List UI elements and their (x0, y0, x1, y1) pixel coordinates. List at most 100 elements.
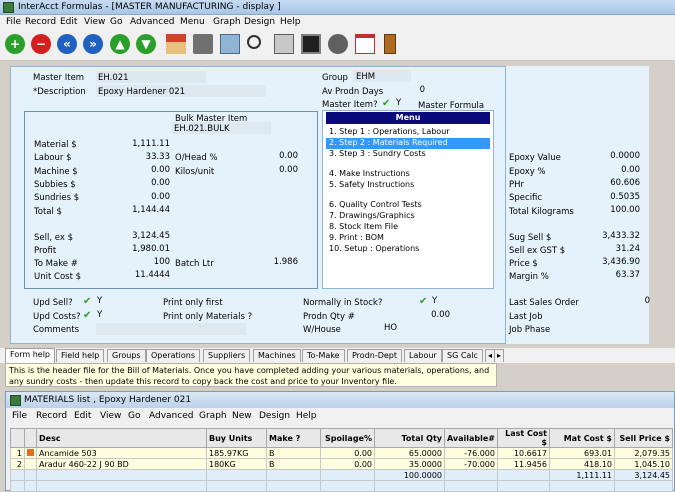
mat-menu-record[interactable]: Record (36, 411, 67, 421)
home-icon[interactable] (166, 34, 186, 54)
table-row[interactable]: 2 Aradur 460-22 J 90 BD 180KG B 0.00 35.… (10, 458, 673, 470)
tab-sg-calc[interactable]: SG Calc (442, 349, 483, 362)
tab-prodn-dept[interactable]: Prodn-Dept (347, 349, 403, 362)
cell-mat-cost[interactable]: 693.01 (549, 447, 615, 459)
cell-make[interactable]: B (266, 458, 321, 470)
menu-stock-item[interactable]: 8. Stock Item File (329, 222, 398, 231)
gear-icon[interactable] (328, 34, 348, 54)
cell-available[interactable]: -70.000 (444, 458, 498, 470)
exit-door-icon[interactable] (384, 34, 396, 54)
menu-edit[interactable]: Edit (60, 17, 77, 27)
print-icon[interactable] (193, 34, 213, 54)
tab-form-help[interactable]: Form help (5, 348, 55, 363)
cell-spoilage[interactable]: 0.00 (320, 447, 375, 459)
mat-menu-advanced[interactable]: Advanced (149, 411, 193, 421)
mat-menu-design[interactable]: Design (259, 411, 290, 421)
menu-safety-instructions[interactable]: 5. Safety Instructions (329, 180, 414, 189)
row-icon-cell (24, 458, 37, 470)
menu-print-bom[interactable]: 9. Print : BOM (329, 233, 384, 242)
last-record-icon[interactable]: » (83, 34, 103, 54)
col-make[interactable]: Make ? (266, 428, 321, 448)
description-label: *Description (33, 87, 86, 97)
tab-suppliers[interactable]: Suppliers (203, 349, 251, 362)
add-icon[interactable]: + (5, 34, 25, 54)
mat-menu-new[interactable]: New (232, 411, 252, 421)
mat-menu-graph[interactable]: Graph (199, 411, 227, 421)
cell-desc[interactable]: Aradur 460-22 J 90 BD (36, 458, 207, 470)
tab-field-help[interactable]: Field help (56, 349, 105, 362)
tab-operations[interactable]: Operations (146, 349, 200, 362)
cell-buy-units[interactable]: 185.97KG (206, 447, 267, 459)
row-edit-icon[interactable] (24, 447, 37, 459)
mat-menu-file[interactable]: File (12, 411, 27, 421)
menu-setup-operations[interactable]: 10. Setup : Operations (329, 244, 419, 253)
col-desc[interactable]: Desc (36, 428, 207, 448)
cell-buy-units[interactable]: 180KG (206, 458, 267, 470)
menu-help[interactable]: Help (280, 17, 301, 27)
menu-step1[interactable]: 1. Step 1 : Operations, Labour (329, 127, 450, 136)
tab-machines[interactable]: Machines (253, 349, 301, 362)
total-value: 1,144.44 (132, 205, 170, 215)
menu-menu[interactable]: Menu (180, 17, 205, 27)
empty-row[interactable] (10, 480, 673, 492)
col-spoilage[interactable]: Spoilage% (320, 428, 375, 448)
col-mat-cost[interactable]: Mat Cost $ (549, 428, 615, 448)
menu-advanced[interactable]: Advanced (130, 17, 174, 27)
col-total-qty[interactable]: Total Qty (374, 428, 445, 448)
menu-make-instructions[interactable]: 4. Make Instructions (329, 169, 410, 178)
cell-desc[interactable]: Ancamide 503 (36, 447, 207, 459)
cell-last-cost[interactable]: 11.9456 (497, 458, 550, 470)
specific-value: 0.5035 (610, 192, 640, 202)
upd-sell-check-icon[interactable]: ✔ (83, 296, 91, 307)
menu-design[interactable]: Design (244, 17, 275, 27)
table-row[interactable]: 1 Ancamide 503 185.97KG B 0.00 65.0000 -… (10, 447, 673, 459)
cell-make[interactable]: B (266, 447, 321, 459)
mat-menu-go[interactable]: Go (128, 411, 140, 421)
tab-groups[interactable]: Groups (107, 349, 146, 362)
tab-labour[interactable]: Labour (404, 349, 442, 362)
upd-costs-check-icon[interactable]: ✔ (83, 310, 91, 321)
cell-total-qty[interactable]: 65.0000 (374, 447, 445, 459)
menu-step3[interactable]: 3. Step 3 : Sundry Costs (329, 149, 426, 158)
menu-drawings[interactable]: 7. Drawings/Graphics (329, 211, 415, 220)
monitor-icon[interactable] (301, 34, 321, 54)
cell-total-qty[interactable]: 35.0000 (374, 458, 445, 470)
mat-menu-help[interactable]: Help (296, 411, 317, 421)
menu-graph[interactable]: Graph (213, 17, 241, 27)
menu-view[interactable]: View (84, 17, 105, 27)
sell-label: Sell, ex $ (34, 233, 73, 243)
export-icon[interactable] (220, 34, 240, 54)
cell-mat-cost[interactable]: 418.10 (549, 458, 615, 470)
form-icon[interactable] (274, 34, 294, 54)
normally-stock-check-icon[interactable]: ✔ (419, 296, 427, 307)
cell-available[interactable]: -76.000 (444, 447, 498, 459)
cell-spoilage[interactable]: 0.00 (320, 458, 375, 470)
first-record-icon[interactable]: « (57, 34, 77, 54)
down-icon[interactable]: ▼ (136, 34, 156, 54)
col-sell-price[interactable]: Sell Price $ (614, 428, 673, 448)
calendar-icon[interactable] (355, 34, 375, 54)
materials-title-bar: MATERIALS list , Epoxy Hardener 021 (6, 392, 674, 408)
menu-file[interactable]: File (6, 17, 21, 27)
up-icon[interactable]: ▲ (110, 34, 130, 54)
menu-quality-tests[interactable]: 6. Quality Control Tests (329, 200, 422, 209)
tab-scroll-right-icon[interactable]: ▸ (494, 349, 505, 362)
col-last-cost[interactable]: Last Cost $ (497, 428, 550, 448)
search-icon[interactable] (247, 35, 261, 49)
cell-sell-price[interactable]: 1,045.10 (614, 458, 673, 470)
menu-record[interactable]: Record (25, 17, 56, 27)
mat-menu-edit[interactable]: Edit (74, 411, 91, 421)
total-qty: 100.0000 (374, 469, 445, 481)
col-buy-units[interactable]: Buy Units (206, 428, 267, 448)
check-icon[interactable]: ✔ (382, 98, 390, 109)
tab-to-make[interactable]: To-Make (302, 349, 345, 362)
comments-field[interactable] (96, 323, 246, 335)
col-available[interactable]: Available# (444, 428, 498, 448)
mat-menu-view[interactable]: View (100, 411, 121, 421)
cell-last-cost[interactable]: 10.6617 (497, 447, 550, 459)
delete-icon[interactable]: − (31, 34, 51, 54)
menu-go[interactable]: Go (110, 17, 122, 27)
cell-sell-price[interactable]: 2,079.35 (614, 447, 673, 459)
normally-stock-label: Normally in Stock? (303, 298, 383, 308)
menu-step2[interactable]: 2. Step 2 : Materials Required (329, 138, 448, 147)
